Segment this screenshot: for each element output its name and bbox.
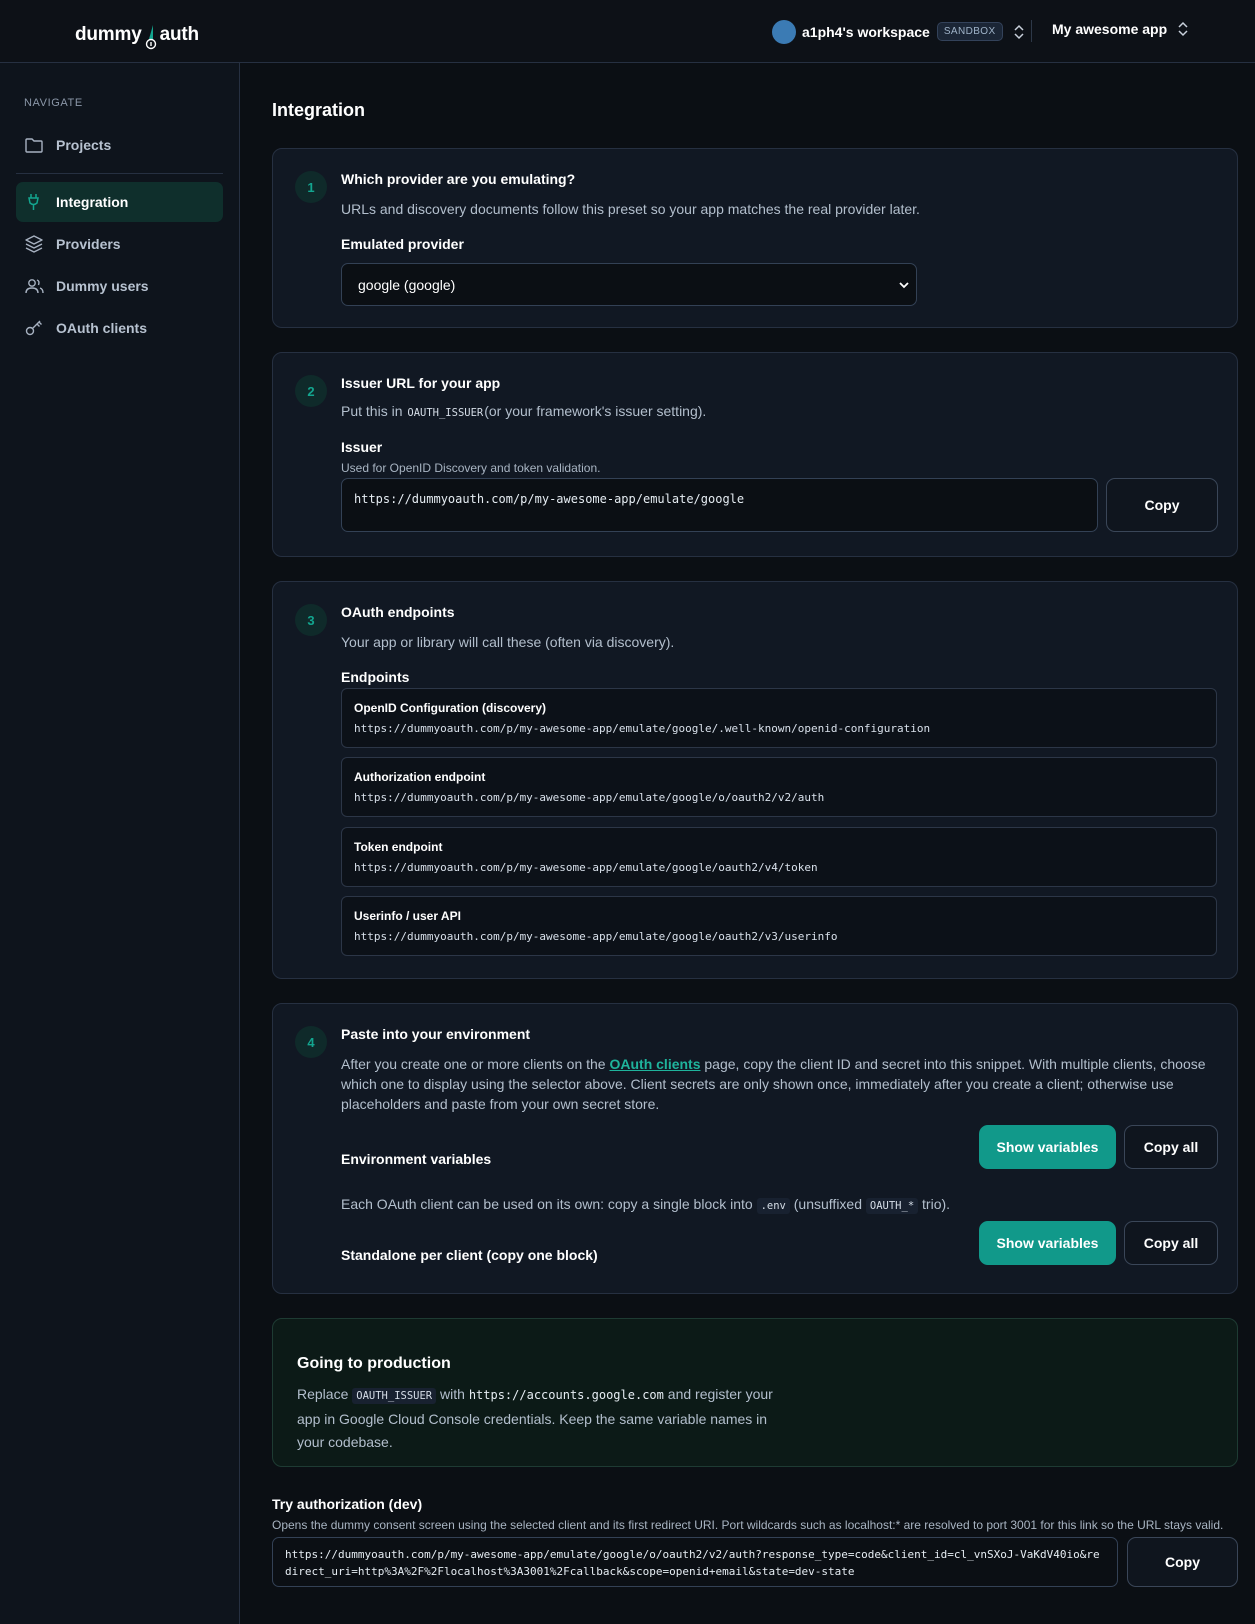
endpoints-card: 3 OAuth endpoints Your app or library wi… xyxy=(272,581,1238,979)
endpoints-label: Endpoints xyxy=(341,669,410,685)
copy-authorization-url-button[interactable]: Copy xyxy=(1127,1537,1238,1587)
card-description: Your app or library will call these (oft… xyxy=(341,634,675,650)
issuer-label: Issuer xyxy=(341,439,383,455)
step-number: 1 xyxy=(295,171,327,203)
issuer-sublabel: Used for OpenID Discovery and token vali… xyxy=(341,461,601,475)
endpoint-title: Authorization endpoint xyxy=(354,770,486,784)
production-title: Going to production xyxy=(297,1355,451,1372)
standalone-description: Each OAuth client can be used on its own… xyxy=(341,1194,950,1216)
environment-card: 4 Paste into your environment After you … xyxy=(272,1003,1238,1294)
desc-text: Each OAuth client can be used on its own… xyxy=(341,1196,753,1212)
endpoint-title: Userinfo / user API xyxy=(354,909,461,923)
endpoint-title: OpenID Configuration (discovery) xyxy=(354,701,547,715)
card-description: Put this in OAUTH_ISSUER(or your framewo… xyxy=(341,401,706,423)
sidebar-item-integration[interactable]: Integration xyxy=(16,182,223,222)
app-name: My awesome app xyxy=(1052,21,1168,37)
chevron-updown-icon xyxy=(1178,21,1188,37)
logo-mark-icon xyxy=(145,25,156,50)
sidebar-item-oauth-clients[interactable]: OAuth clients xyxy=(16,308,223,348)
sidebar-item-label: Dummy users xyxy=(56,278,149,294)
folder-icon xyxy=(25,138,43,153)
issuer-env-code: OAUTH_ISSUER xyxy=(352,1388,437,1404)
google-issuer-url: https://accounts.google.com xyxy=(468,1388,664,1402)
sidebar-divider xyxy=(16,173,223,174)
sidebar: NAVIGATE Projects Integration Providers … xyxy=(0,63,240,1624)
provider-select[interactable]: google (google) xyxy=(341,263,917,306)
try-authorization-description: Opens the dummy consent screen using the… xyxy=(272,1518,1224,1532)
issuer-card: 2 Issuer URL for your app Put this in OA… xyxy=(272,352,1238,557)
endpoint-url[interactable]: https://dummyoauth.com/p/my-awesome-app/… xyxy=(354,861,818,874)
card-title: Which provider are you emulating? xyxy=(341,171,576,187)
sidebar-item-label: OAuth clients xyxy=(56,320,148,336)
logo-text-left: dummy xyxy=(75,24,142,45)
oauth-wildcard-code: OAUTH_* xyxy=(865,1198,919,1214)
sidebar-item-providers[interactable]: Providers xyxy=(16,224,223,264)
endpoint-url[interactable]: https://dummyoauth.com/p/my-awesome-app/… xyxy=(354,930,837,943)
card-title: Issuer URL for your app xyxy=(341,375,501,391)
provider-label: Emulated provider xyxy=(341,236,464,252)
app-switcher[interactable]: My awesome app xyxy=(1052,21,1189,37)
card-description: URLs and discovery documents follow this… xyxy=(341,201,920,217)
desc-text: (unsuffixed xyxy=(793,1196,862,1212)
production-card: Going to production Replace OAUTH_ISSUER… xyxy=(272,1318,1238,1467)
desc-text: After you create one or more clients on … xyxy=(341,1056,606,1072)
env-file-code: .env xyxy=(756,1198,790,1214)
endpoint-token: Token endpoint https://dummyoauth.com/p/… xyxy=(341,827,1217,887)
chevron-down-icon xyxy=(899,282,909,289)
step-number: 2 xyxy=(295,375,327,407)
sidebar-item-label: Providers xyxy=(56,236,121,252)
plug-icon xyxy=(28,194,39,210)
show-variables-button[interactable]: Show variables xyxy=(979,1125,1116,1169)
card-title: Paste into your environment xyxy=(341,1026,531,1042)
endpoint-url[interactable]: https://dummyoauth.com/p/my-awesome-app/… xyxy=(354,791,824,804)
standalone-label: Standalone per client (copy one block) xyxy=(341,1247,598,1263)
copy-all-button[interactable]: Copy all xyxy=(1124,1125,1218,1169)
provider-card: 1 Which provider are you emulating? URLs… xyxy=(272,148,1238,328)
page-title: Integration xyxy=(272,100,365,120)
workspace-name: a1ph4's workspace xyxy=(802,23,930,40)
key-icon xyxy=(25,320,42,336)
endpoint-authorization: Authorization endpoint https://dummyoaut… xyxy=(341,757,1217,817)
issuer-env-code: OAUTH_ISSUER xyxy=(407,407,484,419)
sidebar-item-label: Integration xyxy=(56,194,129,210)
show-variables-standalone-button[interactable]: Show variables xyxy=(979,1221,1116,1265)
desc-text: (or your framework's issuer setting). xyxy=(484,403,707,419)
workspace-avatar xyxy=(772,19,796,44)
oauth-clients-link[interactable]: OAuth clients xyxy=(609,1056,700,1072)
step-number: 4 xyxy=(295,1026,327,1058)
endpoint-discovery: OpenID Configuration (discovery) https:/… xyxy=(341,688,1217,748)
endpoint-title: Token endpoint xyxy=(354,840,443,854)
desc-text: trio). xyxy=(922,1196,951,1212)
step-number: 3 xyxy=(295,604,327,636)
workspace-switcher[interactable]: a1ph4's workspace SANDBOX xyxy=(772,19,1025,44)
endpoint-url[interactable]: https://dummyoauth.com/p/my-awesome-app/… xyxy=(354,722,930,735)
sidebar-item-dummy-users[interactable]: Dummy users xyxy=(16,266,223,306)
issuer-url-field[interactable]: https://dummyoauth.com/p/my-awesome-app/… xyxy=(341,478,1098,532)
header-divider xyxy=(1031,20,1032,42)
desc-text: Replace xyxy=(297,1386,349,1402)
nav-heading: NAVIGATE xyxy=(24,97,83,109)
production-description: Replace OAUTH_ISSUER with https://accoun… xyxy=(297,1383,787,1454)
authorization-url-field[interactable]: https://dummyoauth.com/p/my-awesome-app/… xyxy=(272,1537,1118,1587)
try-authorization-title: Try authorization (dev) xyxy=(272,1496,423,1512)
sidebar-item-projects[interactable]: Projects xyxy=(16,125,223,165)
logo[interactable]: dummy auth xyxy=(75,20,200,50)
card-title: OAuth endpoints xyxy=(341,604,455,620)
top-bar: dummy auth a1ph4's workspace SANDBOX My … xyxy=(0,0,1255,63)
sandbox-badge: SANDBOX xyxy=(936,22,1003,41)
desc-text: Put this in xyxy=(341,403,403,419)
chevron-updown-icon xyxy=(1014,24,1024,39)
layers-icon xyxy=(25,235,43,253)
copy-all-standalone-button[interactable]: Copy all xyxy=(1124,1221,1218,1265)
desc-text: with xyxy=(440,1386,465,1402)
endpoint-userinfo: Userinfo / user API https://dummyoauth.c… xyxy=(341,896,1217,956)
copy-issuer-button[interactable]: Copy xyxy=(1106,478,1218,532)
card-description: After you create one or more clients on … xyxy=(341,1054,1221,1114)
env-vars-label: Environment variables xyxy=(341,1151,492,1167)
users-icon xyxy=(25,279,44,294)
logo-text-right: auth xyxy=(159,24,200,45)
sidebar-item-label: Projects xyxy=(56,137,112,153)
provider-select-value: google (google) xyxy=(358,276,456,293)
